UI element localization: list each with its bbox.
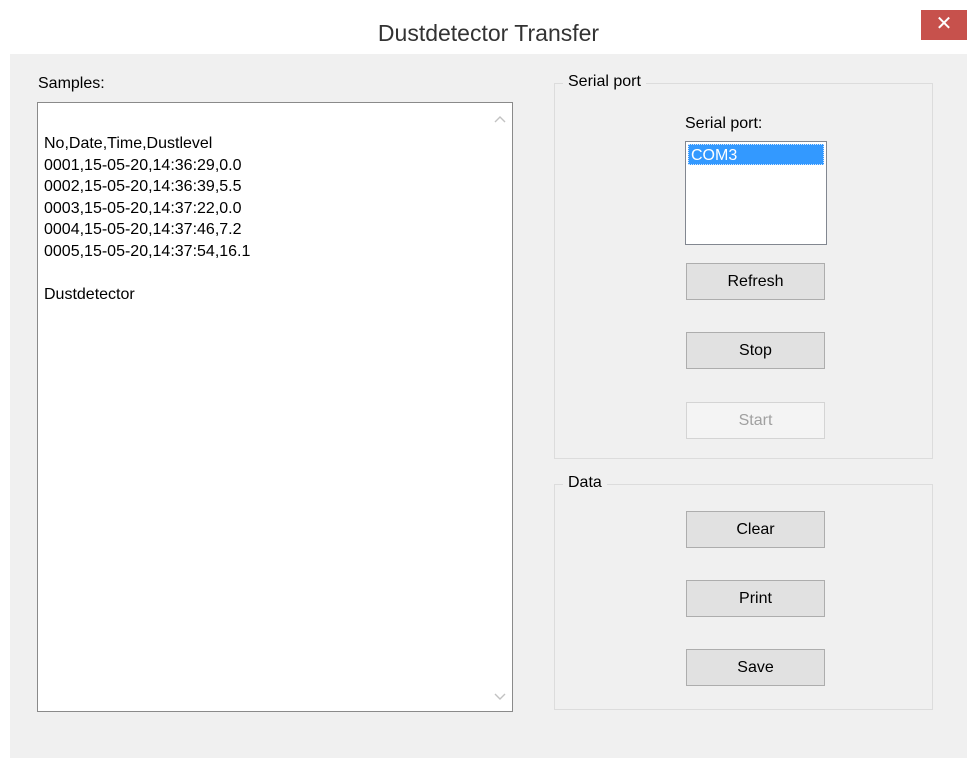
chevron-up-icon (494, 116, 506, 123)
scroll-up-button[interactable] (488, 109, 512, 129)
title-bar: Dustdetector Transfer ✕ (10, 10, 967, 54)
stop-button[interactable]: Stop (686, 332, 825, 369)
print-button[interactable]: Print (686, 580, 825, 617)
app-window: Dustdetector Transfer ✕ Samples: No,Date… (10, 10, 967, 758)
chevron-down-icon (494, 693, 506, 700)
scroll-down-button[interactable] (488, 687, 512, 707)
save-button[interactable]: Save (686, 649, 825, 686)
port-option-com3[interactable]: COM3 (688, 144, 824, 165)
samples-label: Samples: (38, 75, 105, 92)
close-icon: ✕ (935, 13, 953, 35)
samples-textarea[interactable]: No,Date,Time,Dustlevel 0001,15-05-20,14:… (37, 102, 513, 712)
samples-scrollbar[interactable] (488, 103, 512, 711)
data-group-legend: Data (563, 474, 607, 492)
start-button: Start (686, 402, 825, 439)
close-button[interactable]: ✕ (921, 10, 967, 40)
refresh-button[interactable]: Refresh (686, 263, 825, 300)
serial-port-group-legend: Serial port (563, 73, 646, 91)
serial-port-listbox[interactable]: COM3 (685, 141, 827, 245)
samples-content: No,Date,Time,Dustlevel 0001,15-05-20,14:… (44, 135, 251, 303)
serial-port-list-label: Serial port: (685, 115, 763, 132)
window-title: Dustdetector Transfer (377, 20, 600, 46)
clear-button[interactable]: Clear (686, 511, 825, 548)
